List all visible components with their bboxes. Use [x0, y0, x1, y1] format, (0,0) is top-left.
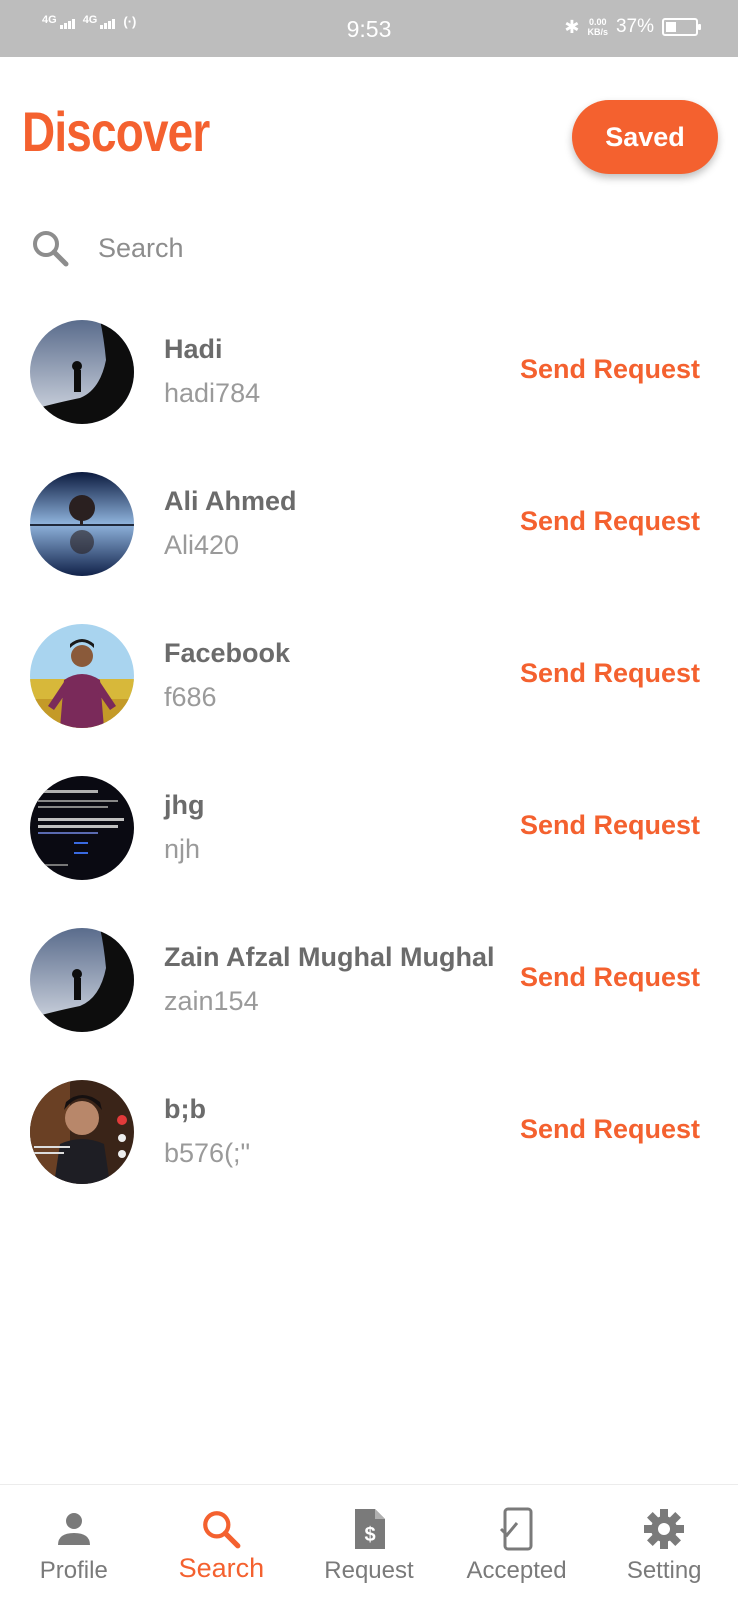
nav-profile[interactable]: Profile — [0, 1485, 148, 1600]
list-item[interactable]: b;b b576(;" Send Request — [0, 1080, 738, 1232]
avatar[interactable] — [30, 320, 134, 424]
user-list: Hadi hadi784 Send Request Ali Ahmed Ali4… — [0, 320, 738, 1232]
send-request-button[interactable]: Send Request — [520, 658, 700, 689]
saved-button[interactable]: Saved — [572, 100, 718, 174]
send-request-button[interactable]: Send Request — [520, 810, 700, 841]
user-name: Facebook — [164, 638, 291, 668]
page-title: Discover — [22, 100, 210, 163]
gear-icon — [643, 1507, 685, 1551]
speed-value: 0.00 — [588, 17, 607, 27]
nav-label: Profile — [39, 1557, 108, 1584]
user-name: Ali Ahmed — [164, 486, 297, 516]
battery-fill — [666, 22, 677, 32]
nav-accepted[interactable]: Accepted — [443, 1485, 591, 1600]
user-handle: zain154 — [164, 986, 259, 1016]
nav-label: Setting — [626, 1557, 702, 1584]
dollar-document-icon: $ — [349, 1507, 389, 1551]
user-name: Hadi — [164, 334, 223, 364]
user-name: b;b — [164, 1094, 206, 1124]
search-icon — [200, 1507, 242, 1551]
avatar[interactable] — [30, 472, 134, 576]
user-handle: b576(;" — [164, 1138, 251, 1168]
nav-setting[interactable]: Setting — [590, 1485, 738, 1600]
speed-unit: KB/s — [587, 27, 608, 37]
list-item[interactable]: jhg njh Send Request — [0, 776, 738, 928]
list-item[interactable]: Ali Ahmed Ali420 Send Request — [0, 472, 738, 624]
search-input[interactable] — [98, 232, 658, 264]
avatar[interactable] — [30, 624, 134, 728]
bottom-nav: Profile Search $ Request Accepted Settin… — [0, 1484, 738, 1600]
list-item[interactable]: Zain Afzal Mughal Mughal zain154 Send Re… — [0, 928, 738, 1080]
list-item[interactable]: Hadi hadi784 Send Request — [0, 320, 738, 472]
user-handle: hadi784 — [164, 378, 261, 408]
battery-icon — [662, 18, 701, 36]
user-handle: f686 — [164, 682, 217, 712]
bluetooth-icon: ✱ — [564, 16, 580, 37]
avatar[interactable] — [30, 928, 134, 1032]
nav-label: Search — [178, 1553, 265, 1583]
status-right: ✱ 0.00 KB/s 37% — [564, 16, 701, 38]
nav-search[interactable]: Search — [148, 1485, 296, 1600]
svg-text:$: $ — [364, 1524, 375, 1546]
list-item[interactable]: Facebook f686 Send Request — [0, 624, 738, 776]
send-request-button[interactable]: Send Request — [520, 506, 700, 537]
send-request-button[interactable]: Send Request — [520, 354, 700, 385]
phone-check-icon — [497, 1507, 537, 1551]
user-handle: Ali420 — [164, 530, 240, 560]
user-name: jhg — [164, 790, 205, 820]
search-bar[interactable] — [28, 222, 708, 274]
person-icon — [54, 1507, 94, 1551]
nav-label: Request — [324, 1557, 414, 1584]
user-handle: njh — [164, 834, 201, 864]
battery-percent: 37% — [615, 16, 654, 37]
nav-label: Accepted — [466, 1557, 567, 1584]
avatar[interactable] — [30, 776, 134, 880]
avatar[interactable] — [30, 1080, 134, 1184]
user-name: Zain Afzal Mughal Mughal — [164, 942, 495, 972]
status-bar: 4G 4G (·) 9:53 ✱ 0.00 KB/s 37% — [0, 0, 738, 57]
nav-request[interactable]: $ Request — [295, 1485, 443, 1600]
search-icon — [28, 226, 72, 270]
send-request-button[interactable]: Send Request — [520, 1114, 700, 1145]
send-request-button[interactable]: Send Request — [520, 962, 700, 993]
network-speed: 0.00 KB/s — [587, 17, 608, 37]
